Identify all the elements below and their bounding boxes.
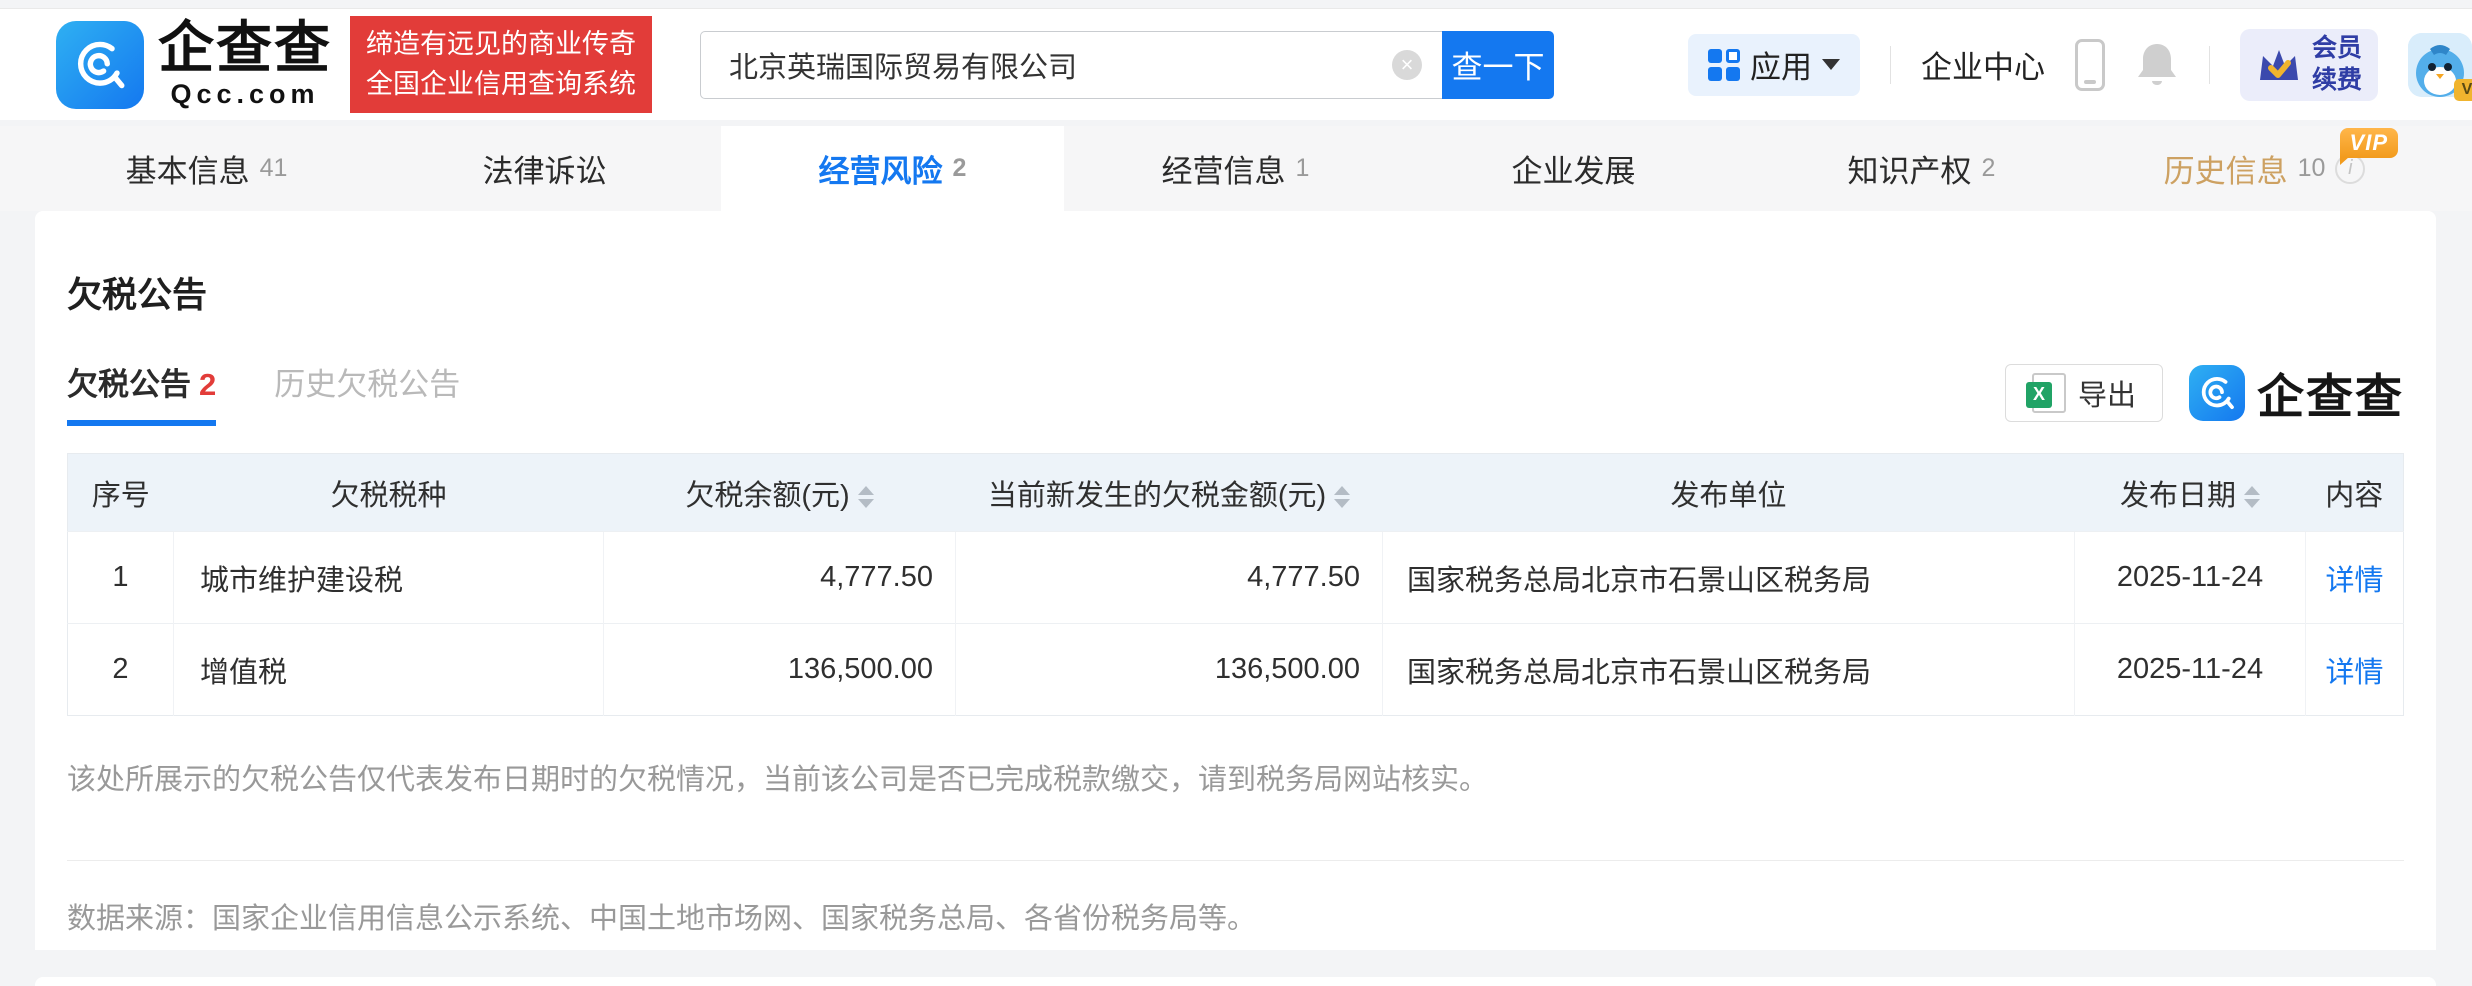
tax-arrears-table: 序号欠税税种欠税余额(元)当前新发生的欠税金额(元)发布单位发布日期内容 1 城…	[67, 453, 2404, 716]
export-label: 导出	[2078, 372, 2136, 414]
sort-icon[interactable]	[858, 486, 874, 508]
tab-count: 2	[953, 154, 967, 183]
column-header[interactable]: 发布日期	[2075, 454, 2306, 532]
top-header: 企查查 Qcc.com 缔造有远见的商业传奇 全国企业信用查询系统 × 查一下 …	[0, 8, 2472, 120]
tab-count: 10	[2298, 154, 2326, 183]
cell-new-amount: 4,777.50	[956, 532, 1383, 624]
apps-grid-icon	[1708, 49, 1740, 81]
cell-issuer: 国家税务总局北京市石景山区税务局	[1383, 624, 2075, 716]
tab-label: 经营信息	[1162, 146, 1286, 191]
section-title: 欠税公告	[67, 211, 2404, 318]
search-input[interactable]	[700, 31, 1442, 99]
cell-tax-type: 城市维护建设税	[174, 532, 604, 624]
search-button[interactable]: 查一下	[1442, 31, 1554, 99]
tab-label: 法律诉讼	[483, 146, 607, 191]
tab-label: 知识产权	[1848, 146, 1972, 191]
vip-renew-button[interactable]: 会员 续费	[2240, 29, 2378, 101]
enterprise-center-link[interactable]: 企业中心	[1921, 42, 2045, 87]
company-detail-tabbar: 基本信息 41 法律诉讼 经营风险 2 经营信息 1 企业发展 知识产权 2 历…	[0, 126, 2472, 211]
avatar-vip-badge: V	[2454, 79, 2472, 101]
column-header[interactable]: 当前新发生的欠税金额(元)	[956, 454, 1383, 532]
tab-经营信息[interactable]: 经营信息 1	[1064, 126, 1407, 211]
qcc-watermark-name: 企查查	[2257, 358, 2404, 427]
qcc-logo-icon	[56, 21, 144, 109]
tab-count: 1	[1296, 154, 1310, 183]
tab-历史信息[interactable]: 历史信息 10 VIPi	[2093, 126, 2436, 211]
disclaimer-note: 该处所展示的欠税公告仅代表发布日期时的欠税情况，当前该公司是否已完成税款缴交，请…	[67, 756, 2404, 798]
apps-menu-button[interactable]: 应用	[1688, 34, 1860, 96]
vip-renew-label: 会员 续费	[2312, 33, 2362, 96]
search-bar: × 查一下	[700, 31, 1554, 99]
search-box: ×	[700, 31, 1442, 99]
cell-issuer: 国家税务总局北京市石景山区税务局	[1383, 532, 2075, 624]
qcc-watermark: 企查查	[2189, 358, 2404, 427]
chevron-down-icon	[1822, 59, 1840, 70]
column-header: 序号	[68, 454, 174, 532]
divider	[67, 860, 2404, 861]
tab-基本信息[interactable]: 基本信息 41	[35, 126, 378, 211]
divider	[2209, 46, 2210, 84]
operational-risk-panel: 欠税公告 欠税公告2 历史欠税公告 导出 企查查	[35, 211, 2436, 950]
column-header: 内容	[2306, 454, 2404, 532]
sort-icon[interactable]	[2244, 486, 2260, 508]
cell-new-amount: 136,500.00	[956, 624, 1383, 716]
table-actions: 导出 企查查	[2005, 358, 2404, 427]
cell-content: 详情	[2306, 624, 2404, 716]
brand-slogan: 缔造有远见的商业传奇 全国企业信用查询系统	[350, 16, 652, 112]
cell-tax-type: 增值税	[174, 624, 604, 716]
data-source-note: 数据来源：国家企业信用信息公示系统、中国土地市场网、国家税务总局、各省份税务局等…	[67, 895, 2404, 937]
tab-count: 41	[260, 154, 288, 183]
tab-label: 企业发展	[1512, 146, 1636, 191]
user-avatar[interactable]: V	[2408, 33, 2472, 97]
vip-badge: VIP	[2340, 128, 2398, 158]
clear-search-icon[interactable]: ×	[1392, 50, 1422, 80]
detail-link[interactable]: 详情	[2325, 565, 2383, 597]
subtabs: 欠税公告2 历史欠税公告	[67, 359, 460, 426]
tab-法律诉讼[interactable]: 法律诉讼	[378, 126, 721, 211]
header-right-nav: 应用 企业中心 会员 续费	[1688, 29, 2472, 101]
divider	[1890, 46, 1891, 84]
tab-label: 经营风险	[819, 146, 943, 191]
tab-count: 2	[1982, 154, 1996, 183]
cell-publish-date: 2025-11-24	[2075, 624, 2306, 716]
excel-icon	[2032, 373, 2066, 413]
brand-name: 企查查	[158, 19, 332, 78]
cell-content: 详情	[2306, 532, 2404, 624]
subtab-row: 欠税公告2 历史欠税公告 导出 企查查	[67, 358, 2404, 427]
slogan-line1: 缔造有远见的商业传奇	[366, 25, 636, 64]
column-header: 发布单位	[1383, 454, 2075, 532]
tab-label: 历史信息	[2164, 146, 2288, 191]
cell-publish-date: 2025-11-24	[2075, 532, 2306, 624]
export-button[interactable]: 导出	[2005, 364, 2163, 422]
subtab-历史欠税公告[interactable]: 历史欠税公告	[274, 359, 460, 426]
page: 企查查 Qcc.com 缔造有远见的商业传奇 全国企业信用查询系统 × 查一下 …	[0, 0, 2472, 986]
tab-企业发展[interactable]: 企业发展	[1407, 126, 1750, 211]
tab-经营风险[interactable]: 经营风险 2	[721, 126, 1064, 211]
table-row: 1 城市维护建设税 4,777.50 4,777.50 国家税务总局北京市石景山…	[68, 532, 2404, 624]
qcc-watermark-icon	[2189, 365, 2245, 421]
sort-icon[interactable]	[1334, 486, 1350, 508]
apps-label: 应用	[1750, 42, 1812, 87]
table-body: 1 城市维护建设税 4,777.50 4,777.50 国家税务总局北京市石景山…	[68, 532, 2404, 716]
table-row: 2 增值税 136,500.00 136,500.00 国家税务总局北京市石景山…	[68, 624, 2404, 716]
brand-text: 企查查 Qcc.com	[158, 19, 332, 111]
notification-bell-icon[interactable]	[2135, 40, 2179, 90]
brand-logo[interactable]: 企查查 Qcc.com 缔造有远见的商业传奇 全国企业信用查询系统	[56, 16, 652, 112]
cell-balance: 136,500.00	[604, 624, 956, 716]
crown-icon	[2256, 44, 2302, 86]
column-header: 欠税税种	[174, 454, 604, 532]
detail-link[interactable]: 详情	[2325, 657, 2383, 689]
table-header-row: 序号欠税税种欠税余额(元)当前新发生的欠税金额(元)发布单位发布日期内容	[68, 454, 2404, 532]
next-section-card-top	[35, 977, 2436, 986]
cell-index: 2	[68, 624, 174, 716]
mobile-app-icon[interactable]	[2075, 39, 2105, 91]
slogan-line2: 全国企业信用查询系统	[366, 65, 636, 104]
cell-index: 1	[68, 532, 174, 624]
subtab-欠税公告[interactable]: 欠税公告2	[67, 359, 216, 426]
tab-知识产权[interactable]: 知识产权 2	[1750, 126, 2093, 211]
column-header[interactable]: 欠税余额(元)	[604, 454, 956, 532]
brand-domain: Qcc.com	[170, 79, 319, 110]
tab-label: 基本信息	[126, 146, 250, 191]
cell-balance: 4,777.50	[604, 532, 956, 624]
